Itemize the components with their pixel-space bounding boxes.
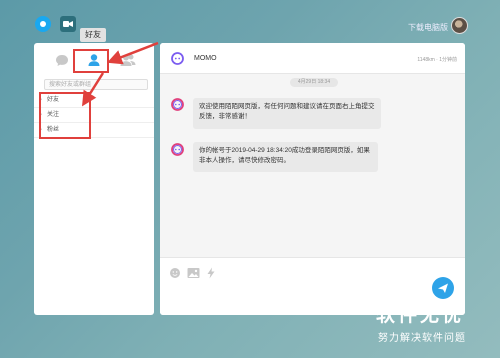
watermark-main-text: 软件无忧 bbox=[376, 305, 465, 326]
watermark-sub-text: 努力解决软件问题 bbox=[378, 333, 466, 344]
message-bubble: 欢迎使用陌陌网页版，有任何问题和建议请在页面右上角提交反馈，非常感谢！ bbox=[193, 98, 381, 129]
momo-avatar-icon bbox=[171, 98, 184, 111]
chat-icon[interactable] bbox=[35, 16, 51, 32]
momo-avatar-icon bbox=[171, 143, 184, 156]
user-avatar[interactable] bbox=[451, 17, 468, 34]
message-bubble: 你的帐号于2019-04-29 18:34:20成功登录陌陌网页版，如果非本人操… bbox=[193, 142, 378, 172]
momo-logo-icon bbox=[171, 52, 184, 65]
friends-tab-highlight bbox=[73, 49, 109, 73]
list-highlight bbox=[39, 92, 91, 139]
watermark: 软件无忧 努力解决软件问题 bbox=[370, 298, 490, 350]
chat-header: MOMO 1148km · 1分钟前 bbox=[160, 43, 465, 74]
search-input[interactable]: 搜索好友或群组 bbox=[44, 79, 148, 90]
chat-title: MOMO bbox=[194, 55, 217, 62]
top-bar: 下载电脑版 bbox=[0, 0, 500, 40]
chat-meta: 1148km · 1分钟前 bbox=[417, 57, 457, 63]
image-icon[interactable] bbox=[187, 266, 200, 278]
download-desktop-link[interactable]: 下载电脑版 bbox=[408, 22, 448, 33]
send-button[interactable] bbox=[432, 277, 454, 299]
date-separator: 4月29日 18:34 bbox=[290, 78, 338, 87]
group-icon[interactable] bbox=[120, 53, 136, 67]
emoji-icon[interactable] bbox=[169, 266, 181, 278]
chat-panel: MOMO 1148km · 1分钟前 4月29日 18:34 欢迎使用陌陌网页版… bbox=[160, 43, 465, 315]
chat-bubble-icon[interactable] bbox=[54, 53, 70, 67]
video-icon[interactable] bbox=[60, 16, 76, 32]
friends-tooltip: 好友 bbox=[80, 28, 106, 42]
lightning-icon[interactable] bbox=[206, 266, 218, 279]
